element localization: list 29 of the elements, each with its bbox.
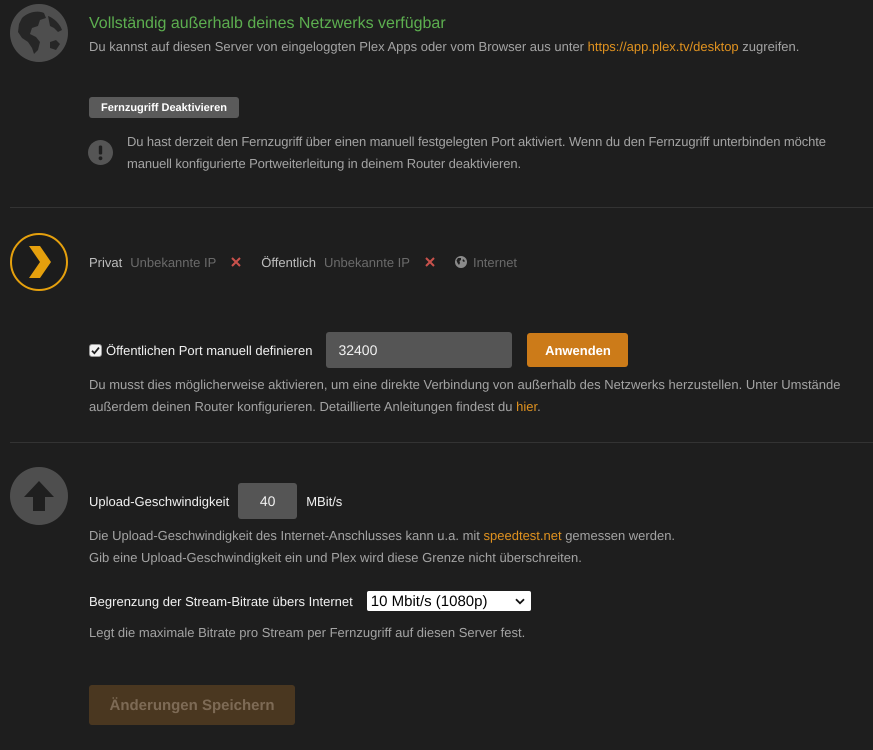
availability-title: Vollständig außerhalb deines Netzwerks verfügbar [89, 14, 447, 34]
unit-label: MBit/s [306, 494, 342, 508]
globe-icon [454, 256, 467, 268]
help-link[interactable]: hier [516, 399, 538, 414]
bitrate-limit-label: Begrenzung der Stream-Bitrate übers Internet [89, 594, 353, 608]
disable-remote-access-button[interactable]: Fernzugriff Deaktivieren [89, 97, 239, 118]
checkbox[interactable] [89, 344, 102, 356]
connection-value: Unbekannte IP [324, 254, 410, 270]
bitrate-help-text: Legt die maximale Bitrate pro Stream per Fernzugriff auf diesen Server fest. [89, 624, 526, 642]
upload-speed-input[interactable]: 40 [238, 483, 298, 519]
internet-label: Internet [472, 254, 518, 270]
port-help-text: Du musst dies möglicherweise aktivieren, um eine direkte Verbindung von außerhalb des Netzwerks herzustellen. Unter Umstände außerdem deinen Router konfigurieren. Detaillierte Anleitungen findest du hier. [89, 376, 842, 416]
connection-label: Privat [89, 254, 122, 270]
url-link[interactable]: https://app.plex.tv/desktop [588, 39, 739, 54]
manual-port-label: Öffentlichen Port manuell definieren [106, 342, 312, 358]
upload-help-text: Gib eine Upload-Geschwindigkeit ein und Plex wird diese Grenze nicht überschreiten. [89, 549, 583, 567]
upload-speed-label: Upload-Geschwindigkeit [89, 494, 230, 508]
availability-description: Du kannst auf diesen Server von eingeloggten Plex Apps oder vom Browser aus unter https://app.plex.tv/desktop zugreifen. [89, 38, 800, 56]
connection-label: Öffentlich [261, 254, 316, 270]
port-input[interactable]: 32400 [326, 332, 512, 368]
connection-value: Unbekannte IP [130, 254, 216, 270]
warning-icon [88, 140, 113, 165]
speedtest-link[interactable]: speedtest.net [484, 528, 562, 543]
chevron-logo-icon [10, 233, 68, 291]
upload-help-text: Die Upload-Geschwindigkeit des Internet-Anschlusses kann u.a. mit speedtest.net gemessen werden. [89, 527, 676, 545]
chevron-down-icon [514, 598, 525, 604]
globe-icon [10, 4, 68, 62]
notice-text: Du hast derzeit den Fernzugriff über einen manuell festgelegten Port aktiviert. Wenn du den Fernzugriff unterbinden möchte manuell konfigurierte Portweiterleitung in deinem Router deaktivieren. [127, 133, 826, 173]
bitrate-select[interactable]: 10 Mbit/s (1080p) [366, 591, 531, 611]
